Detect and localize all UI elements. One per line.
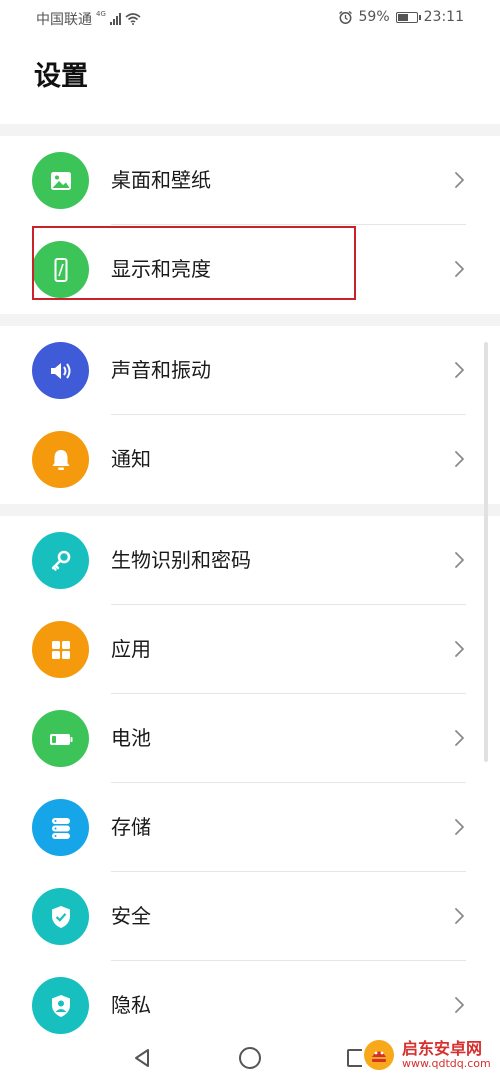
settings-item-label: 应用 [111, 637, 151, 661]
chevron-right-icon [448, 727, 470, 749]
chevron-right-icon [448, 258, 470, 280]
section-separator [0, 124, 500, 136]
settings-item[interactable]: 生物识别和密码 [0, 516, 500, 605]
settings-item-label: 声音和振动 [111, 358, 211, 382]
storage-icon [32, 799, 89, 856]
settings-item-label: 隐私 [111, 993, 151, 1017]
settings-item-label: 显示和亮度 [111, 257, 211, 281]
carrier-name: 中国联通 [36, 12, 92, 28]
alarm-icon [338, 10, 352, 24]
settings-item-label: 安全 [111, 904, 151, 928]
settings-group: 桌面和壁纸显示和亮度 [0, 136, 500, 314]
network-type: 4G [96, 10, 106, 18]
settings-item[interactable]: 声音和振动 [0, 326, 500, 415]
settings-item-label: 存储 [111, 815, 151, 839]
back-triangle-icon [135, 1049, 149, 1067]
chevron-right-icon [448, 905, 470, 927]
section-separator [0, 504, 500, 516]
settings-group: 声音和振动 通知 [0, 326, 500, 504]
watermark-title: 启东安卓网 [402, 1038, 483, 1058]
watermark: 启东安卓网 www.qdtdq.com [362, 1033, 494, 1077]
sound-icon [32, 342, 89, 399]
settings-group: 生物识别和密码 应用电池存储安全隐私 [0, 516, 500, 1034]
chevron-right-icon [448, 359, 470, 381]
chevron-right-icon [448, 816, 470, 838]
settings-item[interactable]: 安全 [0, 872, 500, 961]
chevron-right-icon [448, 169, 470, 191]
settings-item[interactable]: 桌面和壁纸 [0, 136, 500, 225]
wallpaper-icon [32, 152, 89, 209]
settings-item[interactable]: 电池 [0, 694, 500, 783]
signal-icon [109, 13, 121, 25]
key-icon [32, 532, 89, 589]
settings-item-label: 生物识别和密码 [111, 548, 251, 572]
chevron-right-icon [448, 549, 470, 571]
settings-item[interactable]: 显示和亮度 [0, 225, 500, 314]
bell-icon [32, 431, 89, 488]
page-title: 设置 [34, 61, 88, 92]
wifi-icon [125, 13, 141, 25]
apps-icon [32, 621, 89, 678]
settings-item[interactable]: 存储 [0, 783, 500, 872]
settings-item-label: 桌面和壁纸 [111, 168, 211, 192]
settings-list: 桌面和壁纸显示和亮度声音和振动通知生物识别和密码 应用电池存储安全隐私 [0, 124, 500, 1034]
clock: 23:11 [423, 9, 464, 25]
battery-icon [32, 710, 89, 767]
chevron-right-icon [448, 638, 470, 660]
section-separator [0, 314, 500, 326]
settings-item[interactable]: 通知 [0, 415, 500, 504]
scrollbar[interactable] [484, 342, 488, 762]
settings-item[interactable]: 应用 [0, 605, 500, 694]
shield-check-icon [32, 888, 89, 945]
settings-item-label: 电池 [111, 726, 151, 750]
display-icon [32, 241, 89, 298]
status-bar: 中国联通 4G 59% 23:11 [0, 0, 500, 36]
chevron-right-icon [448, 448, 470, 470]
back-button[interactable] [128, 1044, 156, 1072]
watermark-url: www.qdtdq.com [402, 1056, 491, 1070]
settings-item[interactable]: 隐私 [0, 961, 500, 1034]
settings-item-label: 通知 [111, 447, 151, 471]
navigation-bar: 启东安卓网 www.qdtdq.com [0, 1033, 500, 1083]
home-circle-icon [239, 1047, 261, 1069]
watermark-logo-icon [364, 1040, 394, 1070]
battery-percent: 59% [358, 9, 390, 25]
home-button[interactable] [236, 1044, 264, 1072]
battery-status-icon [395, 11, 421, 23]
chevron-right-icon [448, 994, 470, 1016]
privacy-icon [32, 977, 89, 1034]
